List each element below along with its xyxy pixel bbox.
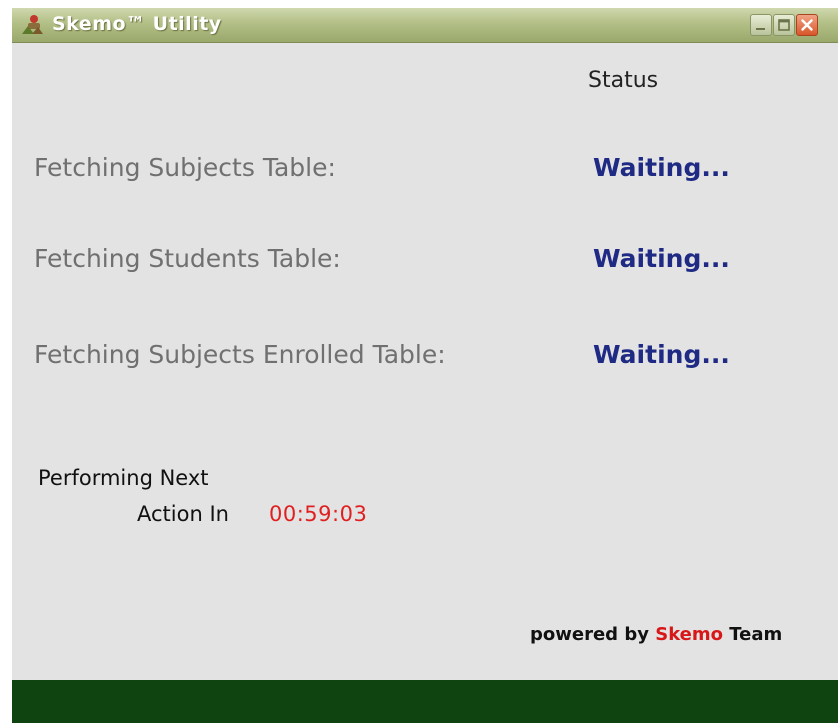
app-logo-icon	[22, 15, 43, 34]
minimize-icon	[756, 28, 765, 30]
next-action-label-line2: Action In	[137, 502, 229, 526]
minimize-button[interactable]	[750, 14, 772, 36]
task-status-subjects-enrolled: Waiting...	[593, 340, 730, 369]
task-status-students: Waiting...	[593, 244, 730, 273]
next-action-label-line1: Performing Next	[38, 466, 209, 490]
brand-name: Skemo	[655, 624, 724, 645]
status-column-header: Status	[588, 68, 659, 93]
task-status-subjects: Waiting...	[593, 153, 730, 182]
close-icon	[801, 19, 813, 31]
maximize-button[interactable]	[773, 14, 795, 36]
app-window: Skemo™ Utility Status Fetching Subjects …	[12, 8, 838, 723]
maximize-icon	[778, 19, 790, 31]
team-text: Team	[729, 624, 783, 645]
powered-by-credit: powered by Skemo Team	[530, 624, 782, 645]
title-bar[interactable]: Skemo™ Utility	[12, 8, 838, 43]
footer-bar	[12, 680, 838, 723]
window-title: Skemo™ Utility	[52, 13, 222, 35]
powered-by-text: powered by	[530, 624, 649, 645]
task-label-subjects-enrolled: Fetching Subjects Enrolled Table:	[34, 340, 446, 369]
countdown-timer: 00:59:03	[269, 502, 368, 526]
task-label-subjects: Fetching Subjects Table:	[34, 153, 336, 182]
close-button[interactable]	[796, 14, 818, 36]
task-label-students: Fetching Students Table:	[34, 244, 341, 273]
